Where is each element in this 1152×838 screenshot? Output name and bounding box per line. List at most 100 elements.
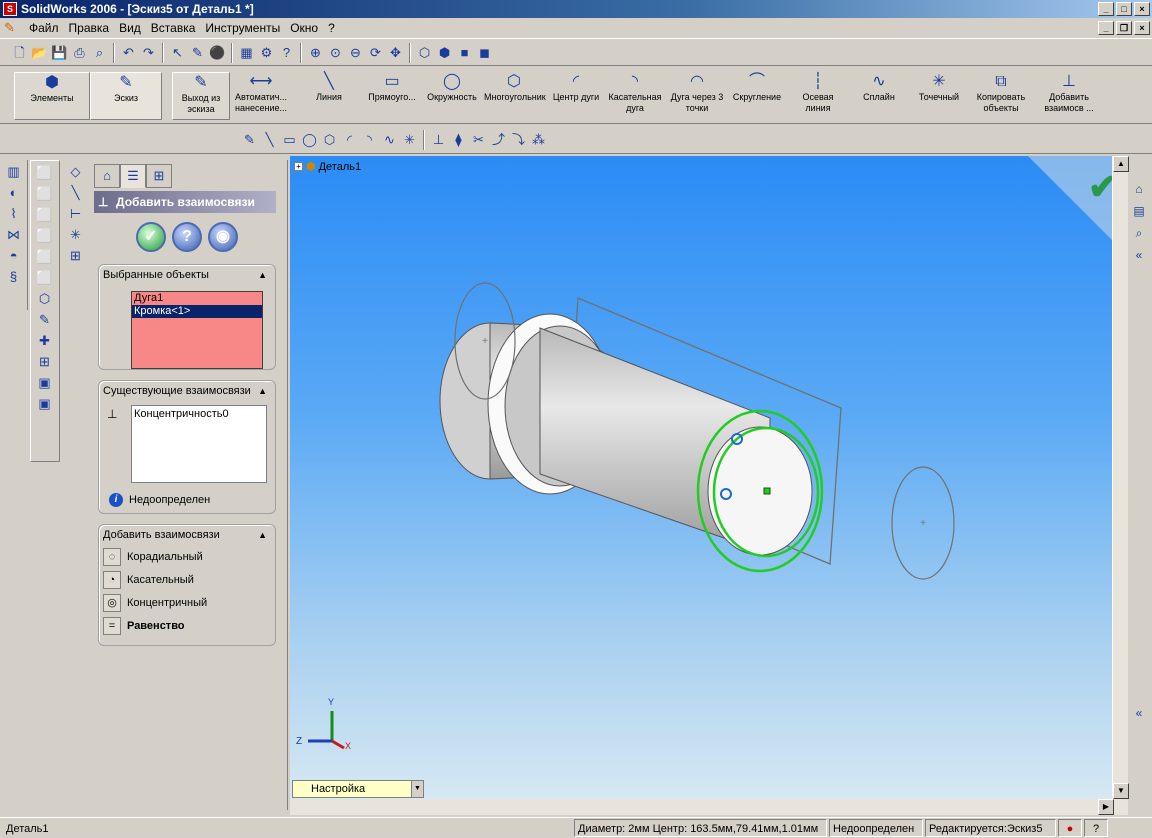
loft-icon[interactable]: ⋈	[4, 225, 23, 244]
help-button[interactable]: ?	[172, 222, 202, 252]
curves-icon[interactable]: ⊞	[66, 246, 85, 265]
list-item[interactable]: Кромка<1>	[132, 305, 262, 318]
view-iso-icon[interactable]: ⬡	[35, 289, 54, 308]
polygon-tool-icon[interactable]: ⬡	[320, 130, 339, 149]
list-item[interactable]: Дуга1	[132, 292, 262, 305]
coradial-button[interactable]: ◌ Корадиальный	[99, 545, 275, 568]
offset-tool-icon[interactable]: ⤵	[509, 130, 528, 149]
details-button[interactable]: ◉	[208, 222, 238, 252]
view-right-icon[interactable]: ⬜	[35, 226, 54, 245]
doc-close-button[interactable]: ×	[1134, 21, 1150, 35]
print-preview-icon[interactable]: ⌕	[90, 43, 109, 62]
helix-icon[interactable]: §	[4, 267, 23, 286]
doc-restore-button[interactable]: ❐	[1116, 21, 1132, 35]
extend-tool-icon[interactable]: ⤴	[489, 130, 508, 149]
rectangle-tool-icon[interactable]: ▭	[280, 130, 299, 149]
exit-sketch-button[interactable]: ✎ Выход из эскиза	[172, 72, 230, 120]
revolve-icon[interactable]: ◐	[4, 183, 23, 202]
wireframe-icon[interactable]: ⬡	[415, 43, 434, 62]
scroll-up-button[interactable]: ▲	[1113, 156, 1129, 172]
ref-point-icon[interactable]: ✳	[66, 225, 85, 244]
copy-entities-button[interactable]: ⧉ Копировать объекты	[970, 72, 1032, 120]
spline-tool-icon[interactable]: ∿	[380, 130, 399, 149]
ok-button[interactable]: ✓	[136, 222, 166, 252]
options-icon[interactable]: ⚙	[257, 43, 276, 62]
zoom-fit-icon[interactable]: ⊕	[306, 43, 325, 62]
trim-tool-icon[interactable]: ✂	[469, 130, 488, 149]
help-icon[interactable]: ?	[277, 43, 296, 62]
line-tool-icon[interactable]: ╲	[260, 130, 279, 149]
point-button[interactable]: ✳ Точечный	[910, 72, 968, 120]
select-icon[interactable]: ↖	[168, 43, 187, 62]
view-left-icon[interactable]: ⬜	[35, 205, 54, 224]
collapse-icon[interactable]: ▲	[258, 265, 267, 285]
menu-item[interactable]: ?	[323, 18, 340, 38]
sketch-center-point[interactable]	[763, 487, 771, 495]
minimize-button[interactable]: _	[1098, 2, 1114, 16]
tangent-button[interactable]: ◔ Касательный	[99, 568, 275, 591]
relation-tool-icon[interactable]: ⊥	[429, 130, 448, 149]
hidden-lines-icon[interactable]: ⬢	[435, 43, 454, 62]
scroll-right-button[interactable]: ▶	[1098, 799, 1114, 815]
collapse-icon[interactable]: ▲	[258, 525, 267, 545]
sketch-mode-icon[interactable]: ✎	[240, 130, 259, 149]
maximize-button[interactable]: □	[1116, 2, 1132, 16]
pan-icon[interactable]: ✥	[386, 43, 405, 62]
home-icon[interactable]: ⌂	[1130, 180, 1148, 198]
shaded-icon[interactable]: ■	[455, 43, 474, 62]
fillet-button[interactable]: ⌒ Скругление	[728, 72, 786, 120]
redo-icon[interactable]: ↷	[139, 43, 158, 62]
property-tab[interactable]: ☰	[120, 164, 146, 188]
expand-left-icon[interactable]: «	[1130, 704, 1148, 722]
existing-relations-list[interactable]: Концентричность0	[131, 405, 267, 483]
grid-icon[interactable]: ▦	[237, 43, 256, 62]
add-sketch-icon[interactable]: ✚	[35, 331, 54, 350]
new-icon[interactable]: 🗋	[10, 43, 29, 62]
traffic-light-icon[interactable]: ⚫	[208, 43, 227, 62]
equal-button[interactable]: = Равенство	[99, 614, 275, 637]
coordinate-icon[interactable]: ⊢	[66, 204, 85, 223]
add-relation-button[interactable]: ⊥ Добавить взаимосв ...	[1036, 72, 1102, 120]
axis-icon[interactable]: ╲	[66, 183, 85, 202]
rectangle-button[interactable]: ▭ Прямоуго...	[362, 72, 422, 120]
pattern-tool-icon[interactable]: ⁂	[529, 130, 548, 149]
line-button[interactable]: ╲ Линия	[300, 72, 358, 120]
plane-icon[interactable]: ◇	[66, 162, 85, 181]
search-icon[interactable]: ⌕	[1130, 224, 1148, 242]
polygon-button[interactable]: ⬡ Многоугольник	[484, 72, 546, 120]
document-icon[interactable]: ✎	[4, 20, 20, 36]
fillet-feature-icon[interactable]: ◓	[4, 246, 23, 265]
menu-item[interactable]: Вид	[114, 18, 146, 38]
centerline-button[interactable]: ┆ Осевая линия	[790, 72, 846, 120]
print-icon[interactable]: ⎙	[70, 43, 89, 62]
zoom-area-icon[interactable]: ⊙	[326, 43, 345, 62]
three-point-arc-button[interactable]: ◠ Дуга через 3 точки	[666, 72, 728, 120]
layer-icon[interactable]: ▣	[35, 373, 54, 392]
config-tab-icon[interactable]: ⊞	[146, 164, 172, 188]
menu-item[interactable]: Инструменты	[200, 18, 285, 38]
list-item[interactable]: Концентричность0	[134, 408, 264, 420]
menu-item[interactable]: Вставка	[146, 18, 201, 38]
sketch-tab[interactable]: ✎ Эскиз	[90, 72, 162, 120]
layer2-icon[interactable]: ▣	[35, 394, 54, 413]
view-front-icon[interactable]: ⬜	[35, 163, 54, 182]
menu-item[interactable]: Файл	[24, 18, 64, 38]
point-tool-icon[interactable]: ✳	[400, 130, 419, 149]
open-icon[interactable]: 📂	[30, 43, 49, 62]
tangent-arc-button[interactable]: ◝ Касательная дуга	[604, 72, 666, 120]
mirror-tool-icon[interactable]: ⧫	[449, 130, 468, 149]
view-top-icon[interactable]: ⬜	[35, 247, 54, 266]
extrude-icon[interactable]: ▥	[4, 162, 23, 181]
feature-tree-tab[interactable]: ⌂	[94, 164, 120, 188]
graphics-viewport[interactable]: + ⬢ Деталь1 ✔ + + Y Z X	[290, 156, 1128, 799]
shaded-edges-icon[interactable]: ◼	[475, 43, 494, 62]
configuration-tab[interactable]: Настройка ▼	[292, 780, 424, 798]
doc-minimize-button[interactable]: _	[1098, 21, 1114, 35]
scroll-down-button[interactable]: ▼	[1113, 783, 1129, 799]
view-bottom-icon[interactable]: ⬜	[35, 268, 54, 287]
circle-button[interactable]: ◯ Окружность	[422, 72, 482, 120]
close-button[interactable]: ×	[1134, 2, 1150, 16]
spline-button[interactable]: ∿ Сплайн	[850, 72, 908, 120]
rebuild-light-icon[interactable]: ●	[1058, 819, 1082, 837]
sketch-icon[interactable]: ✎	[188, 43, 207, 62]
